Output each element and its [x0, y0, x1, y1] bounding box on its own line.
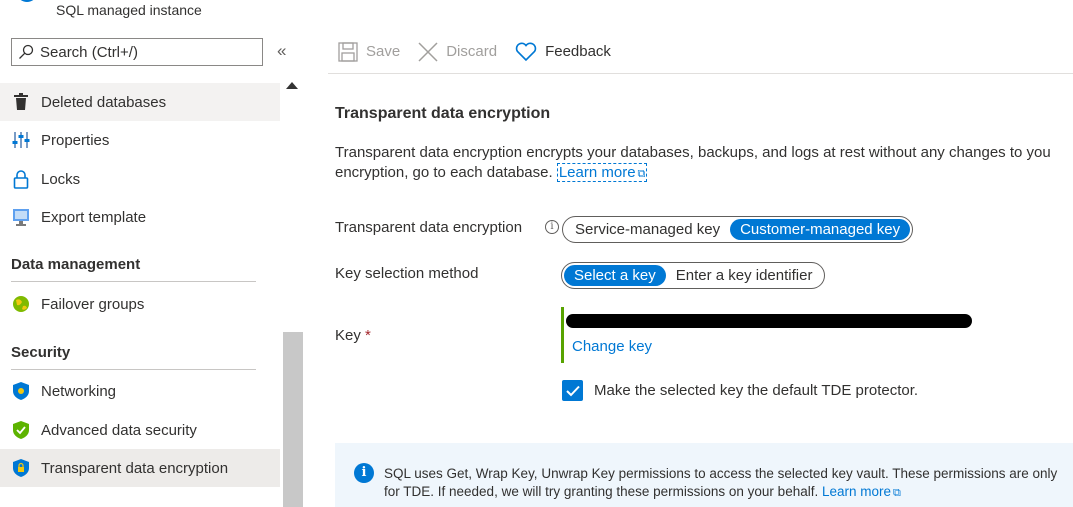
- discard-label: Discard: [446, 43, 498, 60]
- external-link-icon: ⧉: [637, 168, 646, 180]
- nav-item-label: Transparent data encryption: [41, 459, 229, 477]
- nav-item-label: Properties: [41, 131, 110, 149]
- properties-icon: [11, 130, 31, 150]
- nav-item-deleted-databases[interactable]: Deleted databases: [0, 83, 280, 121]
- info-message: SQL uses Get, Wrap Key, Unwrap Key permi…: [384, 465, 1057, 502]
- description-line-2-text: encryption, go to each database.: [335, 164, 553, 181]
- info-icon[interactable]: i: [545, 220, 559, 234]
- default-protector-label: Make the selected key the default TDE pr…: [594, 382, 919, 399]
- info-circle-icon: i: [354, 463, 374, 483]
- key-method-toggle[interactable]: Select a key Enter a key identifier: [561, 262, 826, 289]
- nav-item-label: Locks: [41, 170, 81, 188]
- enter-key-identifier-option[interactable]: Enter a key identifier: [666, 265, 823, 286]
- scroll-thumb[interactable]: [283, 332, 303, 507]
- info-learn-more-link[interactable]: Learn more ⧉: [822, 484, 901, 499]
- nav-item-label: Advanced data security: [41, 421, 197, 439]
- nav-item-networking[interactable]: Networking: [0, 372, 280, 410]
- save-label: Save: [366, 43, 401, 60]
- nav-item-transparent-data-encryption[interactable]: Transparent data encryption: [0, 449, 280, 487]
- key-label: Key *: [335, 327, 371, 344]
- description-line-1: Transparent data encryption encrypts you…: [335, 144, 1051, 161]
- learn-more-link[interactable]: Learn more ⧉: [556, 163, 648, 182]
- export-template-icon: [11, 207, 31, 227]
- permissions-info-bar: i SQL uses Get, Wrap Key, Unwrap Key per…: [335, 443, 1073, 507]
- heart-icon: [515, 42, 537, 61]
- shield-check-icon: [11, 420, 31, 440]
- search-input[interactable]: [40, 43, 260, 61]
- collapse-menu-button[interactable]: «: [277, 41, 286, 61]
- lock-icon: [11, 169, 31, 189]
- page-title: Transparent data encryption: [335, 105, 551, 122]
- nav-item-locks[interactable]: Locks: [0, 160, 280, 198]
- nav-item-label: Deleted databases: [41, 93, 167, 111]
- nav-item-export-template[interactable]: Export template: [0, 198, 280, 236]
- search-icon: [19, 44, 34, 59]
- nav-item-label: Failover groups: [41, 295, 145, 313]
- feedback-button[interactable]: Feedback: [515, 42, 611, 62]
- description-line-2: encryption, go to each database. Learn m…: [335, 163, 1073, 184]
- key-valid-indicator: [561, 307, 564, 363]
- shield-lock-icon: [11, 458, 31, 478]
- learn-more-text: Learn more: [558, 164, 636, 181]
- key-method-label: Key selection method: [335, 265, 479, 282]
- trash-icon: [11, 92, 31, 112]
- external-link-icon: ⧉: [893, 487, 901, 499]
- redacted-key-name: [566, 314, 972, 328]
- required-marker: *: [365, 327, 371, 344]
- close-icon: [418, 41, 438, 62]
- info-learn-more-text: Learn more: [821, 484, 892, 499]
- sql-managed-instance-icon: [20, 0, 34, 2]
- nav-item-properties[interactable]: Properties: [0, 121, 280, 159]
- info-message-line-2-text: for TDE. If needed, we will try granting…: [384, 484, 819, 499]
- default-protector-checkbox[interactable]: [562, 380, 583, 401]
- customer-managed-key-option[interactable]: Customer-managed key: [730, 219, 911, 240]
- section-header-security: Security: [11, 344, 256, 370]
- globe-icon: [11, 294, 31, 314]
- change-key-link[interactable]: Change key: [572, 338, 652, 355]
- nav-item-label: Networking: [41, 382, 117, 400]
- select-a-key-option[interactable]: Select a key: [564, 265, 666, 286]
- save-button[interactable]: Save: [338, 41, 401, 62]
- section-header-data-management: Data management: [11, 256, 256, 282]
- save-icon: [338, 41, 358, 62]
- resource-type-label: SQL managed instance: [56, 2, 202, 18]
- info-message-line-2: for TDE. If needed, we will try granting…: [384, 483, 1057, 502]
- tde-label: Transparent data encryption: [335, 219, 523, 236]
- tde-toggle[interactable]: Service-managed key Customer-managed key: [562, 216, 914, 243]
- left-nav: Deleted databases Properties Locks Expor…: [0, 82, 280, 507]
- nav-scrollbar[interactable]: [282, 80, 304, 507]
- checkmark-icon: [565, 385, 580, 396]
- scroll-up-arrow-icon[interactable]: [286, 82, 298, 89]
- key-label-text: Key: [335, 327, 361, 344]
- discard-button[interactable]: Discard: [418, 41, 498, 62]
- nav-item-failover-groups[interactable]: Failover groups: [0, 285, 280, 323]
- search-box[interactable]: [11, 38, 263, 66]
- feedback-label: Feedback: [545, 43, 611, 60]
- command-bar: Save Discard Feedback: [328, 30, 1073, 74]
- shield-icon: [11, 381, 31, 401]
- nav-item-label: Export template: [41, 208, 147, 226]
- info-message-line-1: SQL uses Get, Wrap Key, Unwrap Key permi…: [384, 466, 1058, 481]
- nav-item-advanced-data-security[interactable]: Advanced data security: [0, 411, 280, 449]
- description: Transparent data encryption encrypts you…: [335, 143, 1073, 184]
- service-managed-key-option[interactable]: Service-managed key: [565, 219, 730, 240]
